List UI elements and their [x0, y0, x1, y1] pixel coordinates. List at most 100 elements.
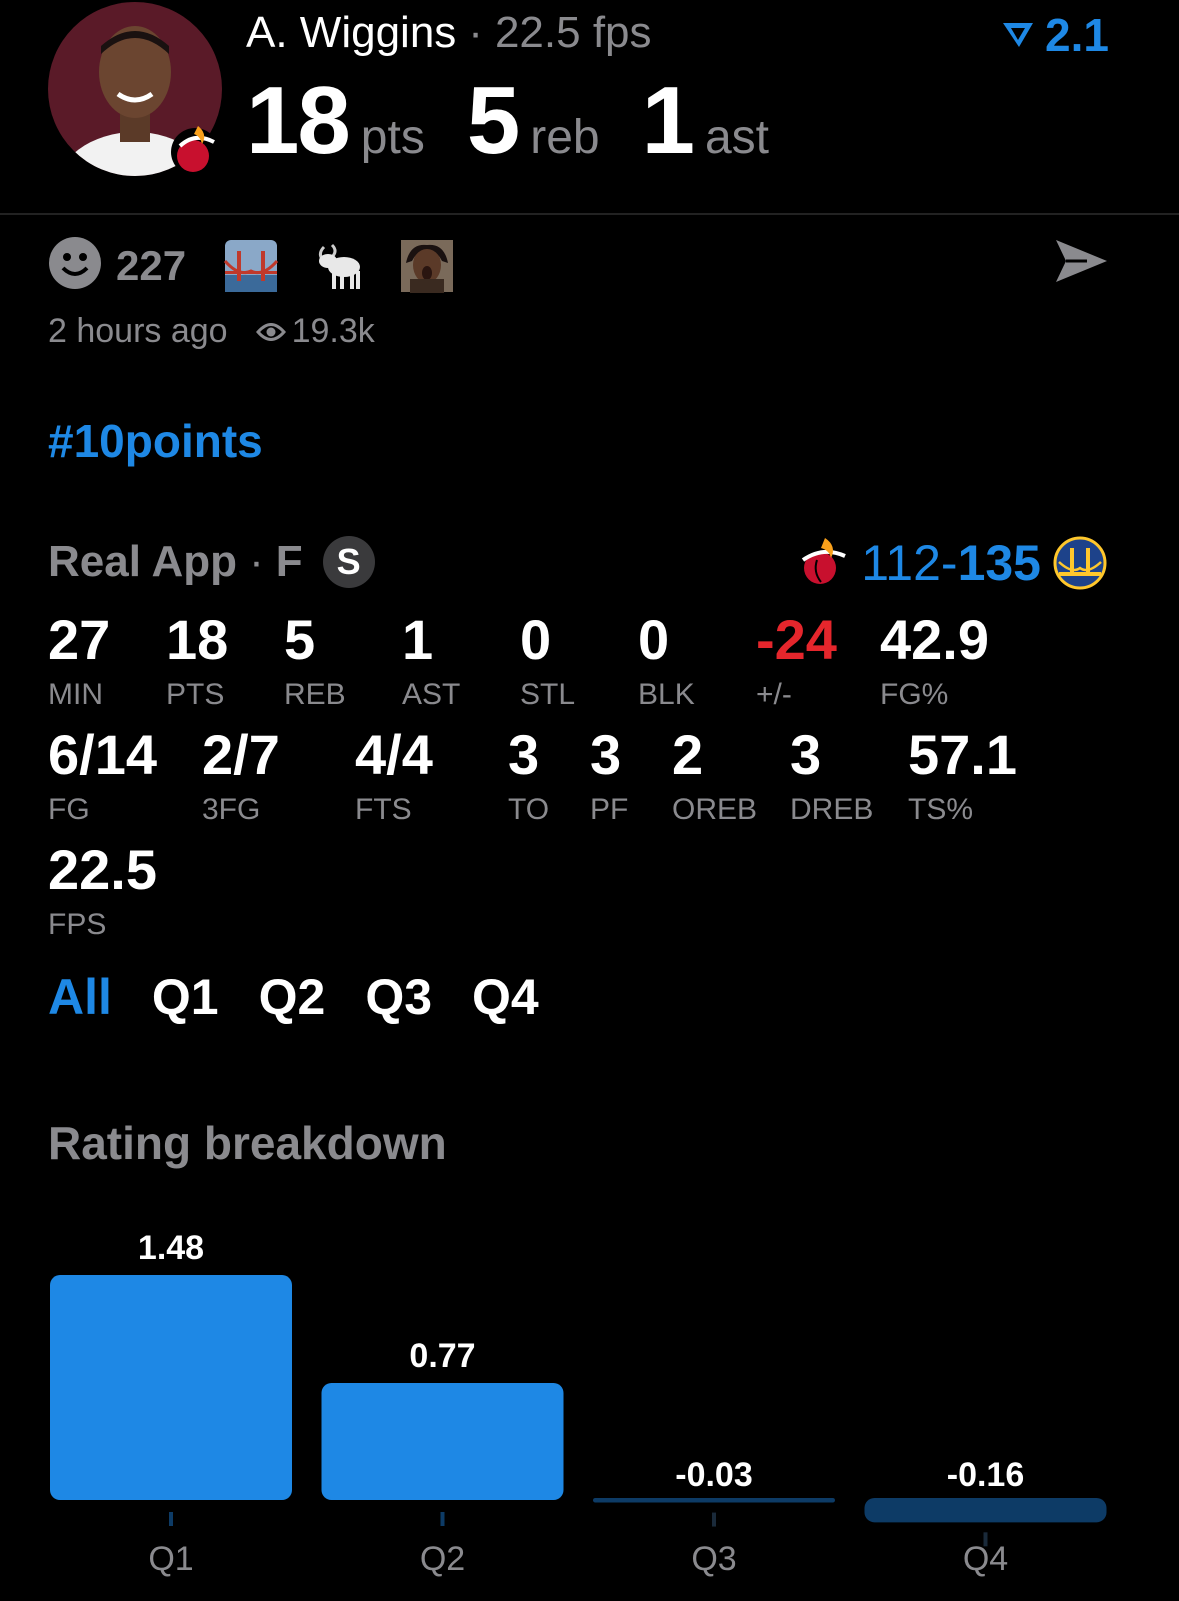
smiley-reaction-icon[interactable] — [48, 236, 102, 295]
tab-q3[interactable]: Q3 — [365, 968, 432, 1026]
s-badge[interactable]: S — [322, 536, 375, 588]
stat-label: TO — [508, 793, 550, 826]
stat-label: MIN — [48, 678, 103, 711]
heat-logo-icon — [802, 538, 847, 584]
header-assists-unit: ast — [704, 111, 769, 164]
bar-q4 — [864, 1498, 1107, 1523]
stat-fts: 4/4 FTS — [355, 727, 433, 827]
x-tick-label: Q4 — [963, 1540, 1008, 1578]
quarter-tabs: All Q1 Q2 Q3 Q4 — [48, 968, 579, 1026]
stat-value: 2 — [672, 723, 704, 786]
tab-all[interactable]: All — [48, 968, 112, 1026]
stat-label: FG% — [880, 678, 949, 711]
x-tick-label: Q1 — [148, 1540, 193, 1578]
stat-reb: 5 REB — [284, 612, 346, 712]
stat-value: 0 — [638, 608, 670, 671]
stat-label: FPS — [48, 908, 107, 941]
stat-value: 3 — [508, 723, 540, 786]
stat-label: PTS — [166, 678, 225, 711]
header-divider — [0, 213, 1179, 215]
stat-fps: 22.5 FPS — [48, 842, 157, 942]
rating-badge[interactable]: 2.1 — [1001, 8, 1109, 62]
stat-value: 18 — [166, 608, 229, 671]
goat-emoji-icon[interactable] — [312, 239, 366, 293]
separator-dot: · — [249, 537, 264, 586]
reaction-count[interactable]: 227 — [116, 242, 186, 290]
game-score[interactable]: 112-135 — [795, 534, 1107, 592]
header-fps: 22.5 fps — [494, 8, 652, 57]
view-count: 19.3k — [255, 312, 375, 351]
stat-value: 22.5 — [48, 838, 157, 901]
stat-value: -24 — [756, 608, 837, 671]
stat-label: FG — [48, 793, 90, 826]
eye-icon — [255, 322, 286, 341]
post-meta: 2 hours ago 19.3k — [48, 312, 375, 351]
header-assists: 1 — [641, 67, 695, 174]
rating-funnel-icon — [1003, 23, 1034, 47]
stat-label: OREB — [672, 793, 758, 826]
stat-value: 2/7 — [202, 723, 280, 786]
header-rebounds: 5 — [466, 67, 520, 174]
stat-stl: 0 STL — [520, 612, 575, 712]
stat-label: FTS — [355, 793, 412, 826]
stat-value: 27 — [48, 608, 111, 671]
stat-value: 3 — [590, 723, 622, 786]
game-info: Real App · F S — [48, 536, 375, 588]
stat-blk: 0 BLK — [638, 612, 695, 712]
separator-dot: · — [468, 8, 483, 57]
stat-ts-pct: 57.1 TS% — [908, 727, 1017, 827]
stat-value: 4/4 — [355, 723, 433, 786]
game-source: Real App — [48, 537, 238, 586]
tab-q1[interactable]: Q1 — [152, 968, 219, 1026]
stat-value: 0 — [520, 608, 552, 671]
rating-value: 2.1 — [1045, 9, 1109, 61]
stat-label: AST — [402, 678, 461, 711]
score-separator: - — [940, 535, 958, 591]
stat-value: 5 — [284, 608, 316, 671]
stat-dreb: 3 DREB — [790, 727, 873, 827]
header-statline: 18 pts 5 reb 1 ast — [246, 66, 811, 176]
rating-breakdown-title: Rating breakdown — [48, 1117, 447, 1169]
heat-logo-icon — [166, 120, 224, 178]
stat-pts: 18 PTS — [166, 612, 228, 712]
tab-q2[interactable]: Q2 — [259, 968, 326, 1026]
stat-pf: 3 PF — [590, 727, 628, 827]
stat-fg-pct: 42.9 FG% — [880, 612, 989, 712]
bar-q1 — [50, 1275, 292, 1500]
header-points: 18 — [246, 67, 351, 174]
post-time: 2 hours ago — [48, 312, 228, 350]
x-tick-label: Q2 — [420, 1540, 465, 1578]
x-tick-label: Q3 — [691, 1540, 736, 1578]
stat-label: +/- — [756, 678, 792, 711]
stat-to: 3 TO — [508, 727, 549, 827]
bridge-emoji-icon[interactable] — [224, 239, 279, 293]
header-rebounds-unit: reb — [530, 111, 600, 164]
stat-label: PF — [590, 793, 629, 826]
stat-3fg: 2/7 3FG — [202, 727, 280, 827]
x-tick — [169, 1512, 173, 1526]
stat-label: BLK — [638, 678, 695, 711]
bar-value-label: -0.16 — [947, 1456, 1025, 1494]
bar-q2 — [321, 1382, 564, 1500]
away-score: 135 — [957, 535, 1041, 591]
send-icon — [1056, 240, 1107, 282]
player-name[interactable]: A. Wiggins — [246, 8, 456, 57]
bar-value-label: 1.48 — [138, 1229, 204, 1267]
stat-label: STL — [520, 678, 576, 711]
player-name-line: A. Wiggins · 22.5 fps — [246, 8, 652, 58]
header-points-unit: pts — [360, 111, 425, 164]
hashtag-link[interactable]: #10points — [48, 414, 263, 468]
stat-plus-minus: -24 +/- — [756, 612, 837, 712]
stat-min: 27 MIN — [48, 612, 110, 712]
share-button[interactable] — [1053, 236, 1109, 291]
player-avatar-wrap[interactable] — [48, 2, 222, 176]
stat-value: 3 — [790, 723, 822, 786]
stat-ast: 1 AST — [402, 612, 460, 712]
stat-value: 1 — [402, 608, 434, 671]
stat-oreb: 2 OREB — [672, 727, 757, 827]
bar-q3 — [593, 1498, 835, 1503]
x-tick — [440, 1512, 445, 1526]
tab-q4[interactable]: Q4 — [472, 968, 539, 1026]
stat-value: 57.1 — [908, 723, 1017, 786]
shocked-person-emoji-icon[interactable] — [400, 239, 454, 293]
